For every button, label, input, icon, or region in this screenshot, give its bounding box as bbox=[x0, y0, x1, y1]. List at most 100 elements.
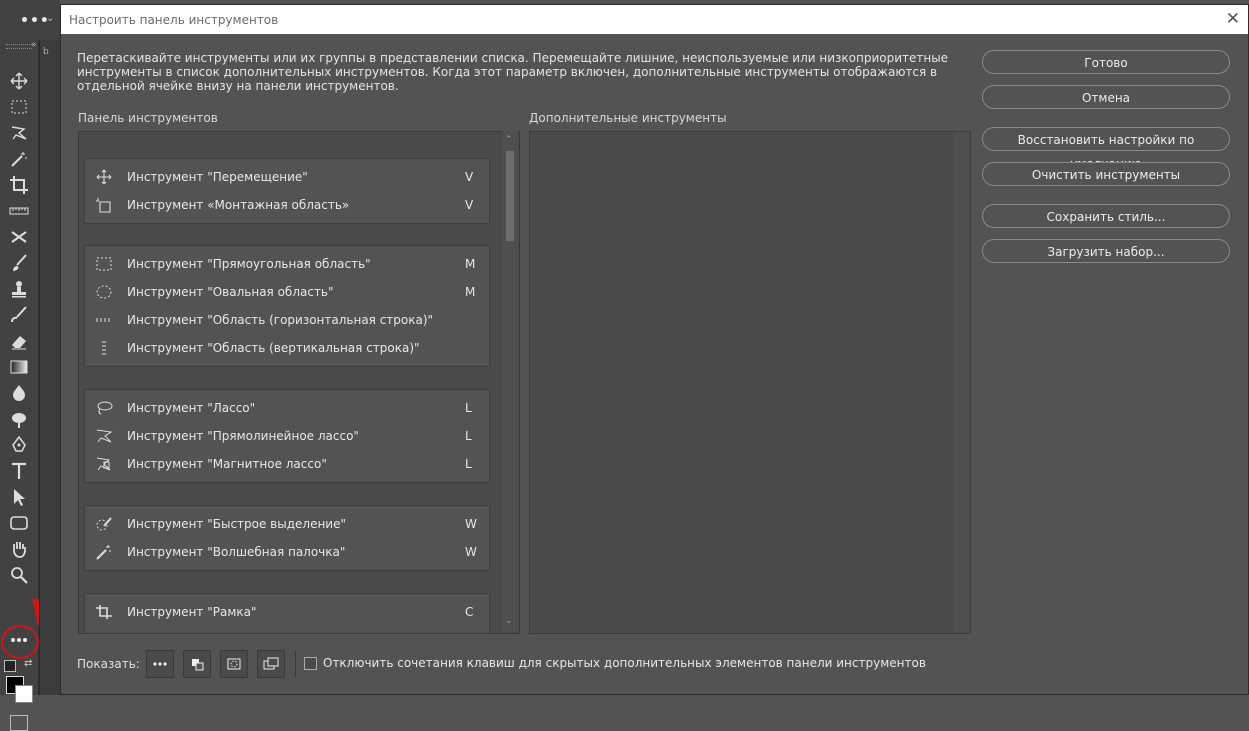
clear-tools-button[interactable]: Очистить инструменты bbox=[982, 162, 1230, 186]
tool-shortcut: V bbox=[465, 198, 474, 212]
list-item[interactable]: Инструмент "Магнитное лассо" L bbox=[85, 450, 489, 478]
tool-label: Инструмент "Овальная область" bbox=[127, 285, 334, 299]
list-item[interactable]: Инструмент "Лассо" L bbox=[85, 394, 489, 422]
tool-label: Инструмент «Монтажная область» bbox=[127, 198, 350, 212]
artboard-icon bbox=[95, 197, 113, 213]
magic-wand-tool-icon[interactable] bbox=[8, 148, 30, 170]
tool-group[interactable]: Инструмент "Перемещение" V Инструмент «М… bbox=[84, 158, 490, 224]
scroll-up-icon[interactable]: ⌃ bbox=[505, 135, 513, 145]
tool-shortcut: L bbox=[465, 457, 472, 471]
ruler-tick: b bbox=[43, 47, 49, 57]
tool-shortcut: M bbox=[465, 257, 476, 271]
list-item[interactable]: Инструмент "Прямоугольная область" M bbox=[85, 250, 489, 278]
close-icon[interactable]: ✕ bbox=[1226, 9, 1240, 29]
show-screen-mode-button[interactable] bbox=[257, 650, 285, 678]
show-label: Показать: bbox=[77, 657, 140, 671]
tool-shortcut: C bbox=[465, 605, 474, 619]
tool-shortcut: M bbox=[465, 285, 476, 299]
tool-label: Инструмент "Перемещение" bbox=[127, 170, 308, 184]
pen-tool-icon[interactable] bbox=[8, 434, 30, 456]
tool-shortcut: L bbox=[465, 401, 472, 415]
tools-panel: » ⇄ bbox=[0, 40, 64, 731]
screen-mode-icon bbox=[263, 657, 279, 670]
toolbar-tools-list[interactable]: Инструмент "Перемещение" V Инструмент «М… bbox=[78, 131, 520, 634]
tool-shortcut: W bbox=[465, 545, 477, 559]
stamp-tool-icon[interactable] bbox=[8, 278, 30, 300]
show-extra-tools-button[interactable] bbox=[146, 650, 174, 678]
disable-shortcuts-label: Отключить сочетания клавиш для скрытых д… bbox=[323, 656, 926, 670]
divider bbox=[295, 650, 296, 678]
tool-label: Инструмент "Лассо" bbox=[127, 401, 256, 415]
extra-tools-label: Дополнительные инструменты bbox=[529, 111, 727, 125]
show-quick-mask-button[interactable] bbox=[220, 650, 248, 678]
tool-label: Инструмент "Магнитное лассо" bbox=[127, 457, 327, 471]
extra-tools-list[interactable] bbox=[529, 131, 971, 634]
panel-grip[interactable] bbox=[6, 44, 32, 49]
scroll-down-icon[interactable]: ⌄ bbox=[505, 616, 513, 626]
background-color-swatch[interactable] bbox=[15, 685, 33, 703]
blur-tool-icon[interactable] bbox=[8, 382, 30, 404]
magnetic-lasso-icon bbox=[95, 456, 113, 472]
list-item[interactable]: Инструмент "Волшебная палочка" W bbox=[85, 538, 489, 566]
list-item[interactable]: Инструмент «Монтажная область» V bbox=[85, 191, 489, 219]
dialog-title: Настроить панель инструментов bbox=[69, 13, 279, 27]
magic-wand-icon bbox=[95, 544, 113, 560]
list-scrollbar-thumb[interactable] bbox=[506, 151, 514, 241]
crop-icon bbox=[95, 604, 113, 620]
lasso-tool-icon[interactable] bbox=[8, 122, 30, 144]
healing-tool-icon[interactable] bbox=[8, 226, 30, 248]
dodge-tool-icon[interactable] bbox=[8, 408, 30, 430]
list-item[interactable]: Инструмент "Рамка" C bbox=[85, 598, 489, 626]
list-item[interactable]: Инструмент "Перемещение" V bbox=[85, 163, 489, 191]
tool-label: Инструмент "Прямолинейное лассо" bbox=[127, 429, 359, 443]
list-item[interactable]: Инструмент "Область (горизонтальная стро… bbox=[85, 306, 489, 334]
save-preset-button[interactable]: Сохранить стиль... bbox=[982, 204, 1230, 228]
quick-mask-icon[interactable] bbox=[10, 715, 28, 731]
extra-tools-scrollbar[interactable] bbox=[954, 132, 969, 632]
gradient-tool-icon[interactable] bbox=[8, 356, 30, 378]
tool-label: Инструмент "Прямоугольная область" bbox=[127, 257, 371, 271]
tool-shortcut: L bbox=[465, 429, 472, 443]
ruler-tool-icon[interactable] bbox=[8, 200, 30, 222]
dialog-titlebar: Настроить панель инструментов ✕ bbox=[61, 5, 1248, 34]
collapse-chevron-icon[interactable]: » bbox=[31, 40, 37, 50]
restore-defaults-button[interactable]: Восстановить настройки по умолчанию bbox=[982, 127, 1230, 171]
show-colors-button[interactable] bbox=[183, 650, 211, 678]
color-swatches-icon bbox=[192, 659, 204, 671]
options-bar-fragment: ••• ⌄ bbox=[0, 0, 60, 41]
vertical-ruler: b bbox=[39, 40, 61, 695]
brush-tool-icon[interactable] bbox=[8, 252, 30, 274]
tool-group[interactable]: Инструмент "Лассо" L Инструмент "Прямоли… bbox=[84, 389, 490, 483]
tool-group[interactable]: Инструмент "Прямоугольная область" M Инс… bbox=[84, 245, 490, 367]
tool-shortcut: V bbox=[465, 170, 474, 184]
dialog-description: Перетаскивайте инструменты или их группы… bbox=[77, 51, 949, 93]
tool-group[interactable]: Инструмент "Рамка" C bbox=[84, 593, 490, 633]
list-item[interactable]: Инструмент "Прямолинейное лассо" L bbox=[85, 422, 489, 450]
done-button[interactable]: Готово bbox=[982, 50, 1230, 74]
swap-colors-icon[interactable] bbox=[4, 660, 16, 672]
list-item[interactable]: Инструмент "Быстрое выделение" W bbox=[85, 510, 489, 538]
tool-label: Инструмент "Область (горизонтальная стро… bbox=[127, 313, 434, 327]
move-tool-icon[interactable] bbox=[8, 70, 30, 92]
polygonal-lasso-icon bbox=[95, 428, 113, 444]
customize-toolbar-dialog: Настроить панель инструментов ✕ Перетаск… bbox=[60, 4, 1249, 695]
single-row-marquee-icon bbox=[95, 312, 113, 328]
tool-label: Инструмент "Рамка" bbox=[127, 605, 257, 619]
lasso-icon bbox=[95, 400, 113, 416]
load-preset-button[interactable]: Загрузить набор... bbox=[982, 239, 1230, 263]
crop-tool-icon[interactable] bbox=[8, 174, 30, 196]
eraser-tool-icon[interactable] bbox=[8, 330, 30, 352]
cancel-button[interactable]: Отмена bbox=[982, 85, 1230, 109]
history-brush-tool-icon[interactable] bbox=[8, 304, 30, 326]
ellipse-marquee-icon bbox=[95, 284, 113, 300]
more-dots-icon bbox=[153, 662, 167, 666]
chevron-down-icon[interactable]: ⌄ bbox=[46, 13, 54, 24]
default-colors-icon[interactable]: ⇄ bbox=[24, 658, 32, 669]
type-tool-icon[interactable] bbox=[8, 460, 30, 482]
tool-group[interactable]: Инструмент "Быстрое выделение" W Инструм… bbox=[84, 505, 490, 571]
marquee-tool-icon[interactable] bbox=[8, 96, 30, 118]
tool-label: Инструмент "Область (вертикальная строка… bbox=[127, 341, 420, 355]
list-item[interactable]: Инструмент "Овальная область" M bbox=[85, 278, 489, 306]
disable-shortcuts-checkbox[interactable] bbox=[304, 657, 317, 670]
list-item[interactable]: Инструмент "Область (вертикальная строка… bbox=[85, 334, 489, 362]
